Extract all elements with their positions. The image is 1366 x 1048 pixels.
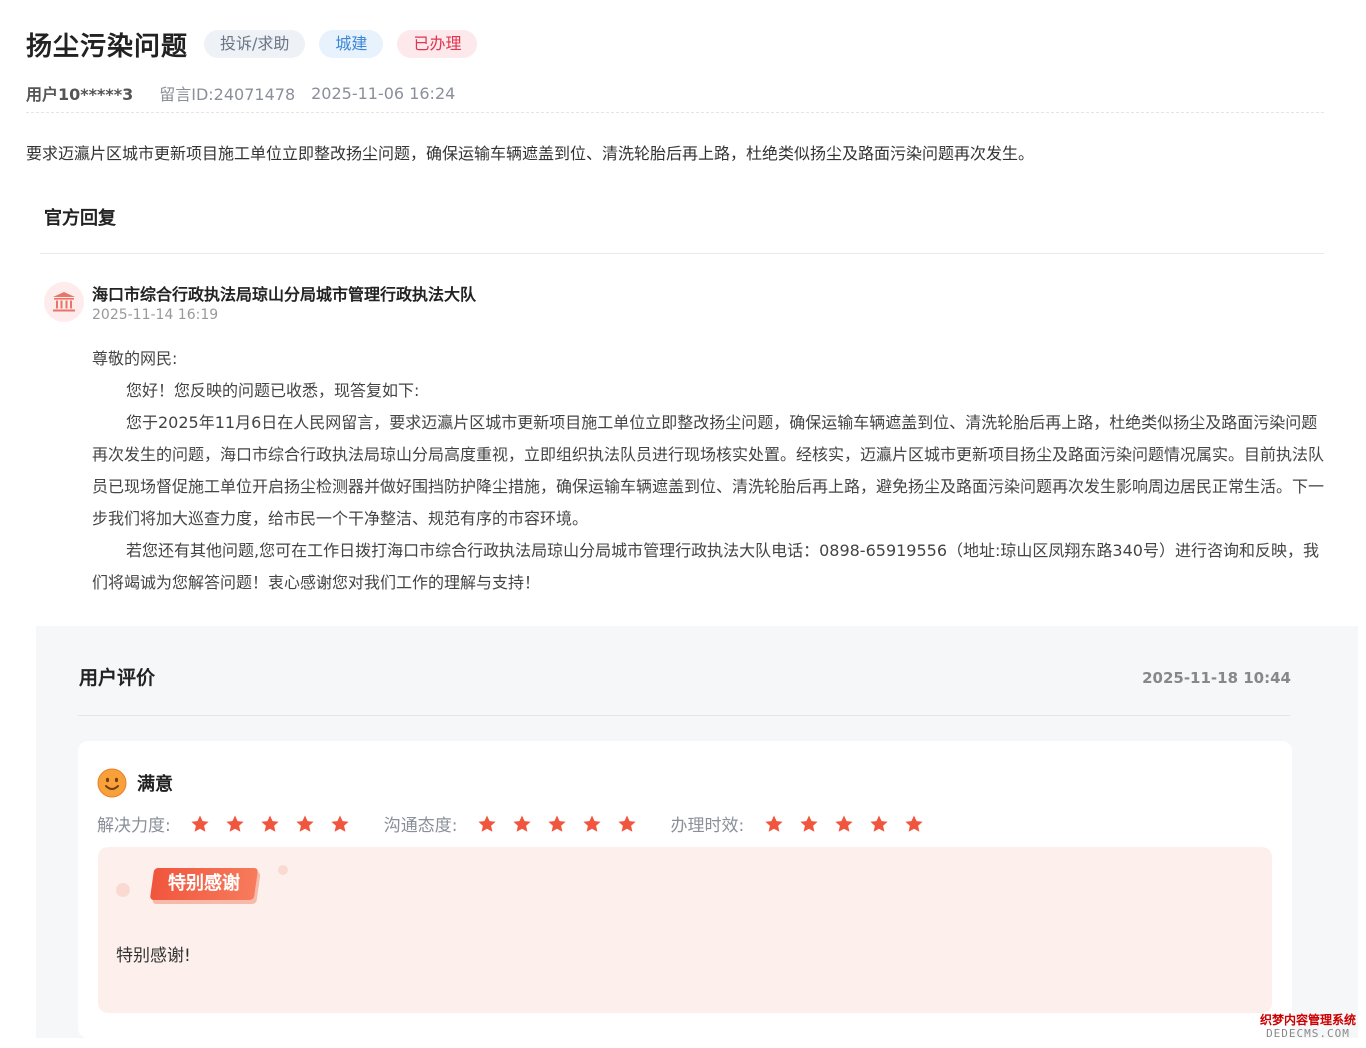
user-name: 用户10*****3 [26,85,134,104]
rating-solution: 解决力度: [97,811,358,836]
watermark-line1: 织梦内容管理系统 [1259,1013,1356,1027]
star-icon [791,813,826,835]
watermark-logo: 织梦内容管理系统 DEDECMS.COM [1259,1013,1356,1041]
evaluation-comment: 特别感谢! [116,946,191,966]
star-icon [896,813,931,835]
star-icon [574,813,609,835]
reply-body: 尊敬的网民: 您好！您反映的问题已收悉，现答复如下: 您于2025年11月6日在… [92,343,1324,599]
header-divider [26,112,1324,113]
star-icon [861,813,896,835]
message-header: 扬尘污染问题 投诉/求助 城建 已办理 用户10*****3 留言ID:2407… [26,24,1326,104]
star-icon [253,813,288,835]
rating-attitude: 沟通态度: [384,811,645,836]
reply-greeting: 尊敬的网民: [92,349,178,368]
message-time: 2025-11-06 16:24 [311,83,456,103]
page-title: 扬尘污染问题 [26,31,189,62]
star-rating [756,813,931,835]
satisfaction-row: 满意 [97,768,173,798]
evaluation-title: 用户评价 [79,667,156,689]
message-content: 要求迈瀛片区城市更新项目施工单位立即整改扬尘问题，确保运输车辆遮盖到位、清洗轮胎… [26,144,1035,163]
star-icon [183,813,218,835]
star-icon [609,813,644,835]
type-tag: 投诉/求助 [204,30,306,58]
evaluation-divider [78,715,1290,716]
star-rating [469,813,644,835]
decoration-dot [116,883,130,897]
satisfaction-label: 满意 [137,774,173,795]
star-icon [469,813,504,835]
badge-label: 特别感谢 [168,873,240,894]
reply-time: 2025-11-14 16:19 [92,307,219,323]
reply-org-name: 海口市综合行政执法局琼山分局城市管理行政执法大队 [92,285,477,304]
rating-label: 沟通态度: [383,816,458,836]
special-thanks-box: 特别感谢 特别感谢! [98,847,1272,1013]
reply-paragraph: 您于2025年11月6日在人民网留言，要求迈瀛片区城市更新项目施工单位立即整改扬… [92,413,1325,528]
evaluation-card: 满意 解决力度: 沟通态度: 办理时效: 特别感谢 特别感谢! [78,741,1292,1038]
evaluation-time: 2025-11-18 10:44 [1142,669,1291,687]
star-rating [183,813,358,835]
category-tag: 城建 [319,30,384,58]
user-evaluation-panel: 用户评价 2025-11-18 10:44 满意 解决力度: 沟通态度: 办理时… [36,626,1358,1038]
watermark-line2: DEDECMS.COM [1266,1027,1350,1040]
reply-divider [40,253,1324,254]
reply-paragraph: 您好！您反映的问题已收悉，现答复如下: [126,381,420,400]
rating-label: 办理时效: [670,816,745,836]
special-thanks-badge: 特别感谢 [149,868,259,900]
smiley-face-icon [97,768,127,798]
reply-paragraph: 若您还有其他问题,您可在工作日拨打海口市综合行政执法局琼山分局城市管理行政执法大… [92,541,1319,592]
star-icon [218,813,253,835]
status-badge: 已办理 [397,30,478,58]
rating-row: 解决力度: 沟通态度: 办理时效: [97,811,957,836]
rating-timeliness: 办理时效: [670,811,931,836]
rating-label: 解决力度: [97,816,171,836]
government-building-icon [44,282,84,322]
decoration-dot [278,865,288,875]
star-icon [756,813,791,835]
star-icon [504,813,539,835]
star-icon [539,813,574,835]
official-reply-title: 官方回复 [44,208,116,229]
star-icon [323,813,358,835]
star-icon [288,813,323,835]
star-icon [826,813,861,835]
message-id: 留言ID:24071478 [159,85,296,104]
